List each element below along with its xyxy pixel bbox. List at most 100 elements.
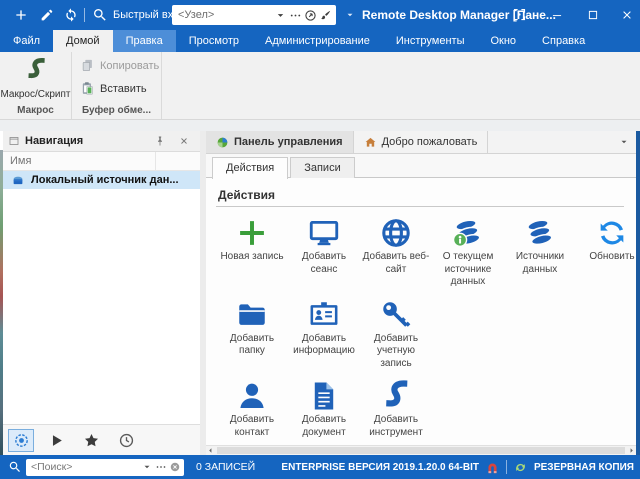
- offline-magnet-icon[interactable]: [485, 460, 500, 475]
- navigation-toolbar: [3, 424, 200, 455]
- action-current-datasource-info[interactable]: О текущем источнике данных: [432, 216, 504, 289]
- sessions-view-button[interactable]: [43, 429, 69, 452]
- menu-tab-edit[interactable]: Правка: [112, 30, 176, 52]
- dashboard-icon: [216, 136, 229, 149]
- scroll-right-icon[interactable]: [627, 446, 636, 455]
- action-add-credential[interactable]: Добавить учетную запись: [360, 298, 432, 371]
- chevron-down-icon[interactable]: [141, 461, 153, 473]
- scrollbar-thumb[interactable]: [217, 447, 625, 454]
- search-input[interactable]: [29, 461, 139, 473]
- action-add-document[interactable]: Добавить документ: [288, 379, 360, 439]
- add-icon[interactable]: [13, 7, 29, 23]
- navigation-tree-area[interactable]: [3, 189, 200, 424]
- dock-gap: [0, 120, 640, 131]
- action-label: О текущем источнике данных: [442, 251, 494, 287]
- backup-label[interactable]: РЕЗЕРВНАЯ КОПИЯ: [534, 462, 634, 473]
- version-label: ENTERPRISE ВЕРСИЯ 2019.1.20.0 64-BIT: [281, 461, 479, 473]
- action-label: Обновить: [589, 251, 635, 262]
- sub-tab-entries[interactable]: Записи: [290, 157, 355, 178]
- doc-tab-bar: Панель управления Добро пожаловать: [206, 131, 636, 154]
- action-new-entry[interactable]: Новая запись: [216, 216, 288, 289]
- doc-tab-dashboard[interactable]: Панель управления: [206, 131, 354, 153]
- edit-pencil-icon[interactable]: [39, 7, 55, 23]
- action-add-tool[interactable]: Добавить инструмент: [360, 379, 432, 439]
- action-refresh[interactable]: Обновить: [576, 216, 636, 289]
- tree-item-local-datasource[interactable]: Локальный источник дан...: [3, 171, 200, 189]
- menu-tab-help[interactable]: Справка: [529, 30, 598, 52]
- sub-tab-actions[interactable]: Действия: [212, 157, 289, 179]
- db-info-icon: [451, 216, 485, 250]
- action-row: Добавить контакт Добавить документ Добавит…: [216, 379, 626, 439]
- minimize-button[interactable]: [550, 8, 564, 22]
- close-icon[interactable]: [178, 135, 190, 147]
- maximize-button[interactable]: [586, 8, 600, 22]
- clear-icon[interactable]: [169, 461, 181, 473]
- recent-view-button[interactable]: [113, 429, 139, 452]
- datasource-view-button[interactable]: [8, 428, 34, 452]
- ellipsis-icon[interactable]: [289, 9, 302, 22]
- globe-icon: [379, 216, 413, 250]
- focus-mode-icon[interactable]: [512, 7, 527, 22]
- macro-script-icon: [23, 57, 49, 83]
- doc-tab-welcome[interactable]: Добро пожаловать: [354, 131, 489, 153]
- tab-list-dropdown-icon[interactable]: [618, 136, 630, 148]
- ellipsis-icon[interactable]: [155, 461, 167, 473]
- action-label: Добавить веб-сайт: [362, 251, 430, 275]
- pin-icon[interactable]: [154, 135, 166, 147]
- close-button[interactable]: [620, 8, 634, 22]
- action-label: Добавить информацию: [293, 332, 355, 357]
- datasource-icon: [11, 173, 25, 187]
- doc-tab-label: Добро пожаловать: [381, 136, 478, 148]
- status-search-box[interactable]: [26, 458, 184, 476]
- action-add-contact[interactable]: Добавить контакт: [216, 379, 288, 439]
- section-actions-title: Действия: [216, 184, 624, 207]
- action-data-sources[interactable]: Источники данных: [504, 216, 576, 289]
- action-add-session[interactable]: Добавить сеанс: [288, 216, 360, 289]
- chevron-down-icon[interactable]: [274, 9, 287, 22]
- records-count: 0 ЗАПИСЕЙ: [196, 461, 256, 473]
- action-add-folder[interactable]: Добавить папку: [216, 298, 288, 371]
- sub-tab-bar: Действия Записи: [206, 154, 636, 179]
- macro-script-label: Макрос/Скрипт: [0, 89, 71, 100]
- actions-rows: Новая запись Добавить сеанс Добавить веб-с…: [216, 216, 635, 439]
- backup-icon[interactable]: [513, 460, 528, 475]
- menu-tab-view[interactable]: Просмотр: [176, 30, 252, 52]
- horizontal-scrollbar[interactable]: [206, 445, 636, 455]
- brush-icon[interactable]: [319, 9, 332, 22]
- action-add-information[interactable]: Добавить информацию: [288, 298, 360, 371]
- menu-tab-administration[interactable]: Администрирование: [252, 30, 383, 52]
- action-label: Добавить учетную запись: [373, 332, 419, 369]
- tree-column-header[interactable]: Имя: [3, 152, 200, 171]
- menu-tab-tools[interactable]: Инструменты: [383, 30, 478, 52]
- quick-connect-icon[interactable]: [304, 9, 317, 22]
- idcard-icon: [307, 298, 341, 332]
- menu-tab-home[interactable]: Домой: [53, 30, 113, 52]
- person-icon: [235, 379, 269, 413]
- ribbon-group-label-clipboard: Буфер обме...: [82, 105, 151, 116]
- refresh-icon[interactable]: [63, 7, 79, 23]
- host-combobox[interactable]: [172, 5, 336, 25]
- add-icon: [235, 216, 269, 250]
- action-label: Новая запись: [220, 251, 284, 262]
- paste-button[interactable]: Вставить: [80, 81, 147, 96]
- macro-script-button[interactable]: Макрос/Скрипт: [0, 55, 71, 100]
- paste-icon: [80, 81, 95, 96]
- menu-tab-window[interactable]: Окно: [477, 30, 529, 52]
- copy-button[interactable]: Копировать: [80, 58, 159, 73]
- menu-bar: Файл Домой Правка Просмотр Администрирование…: [0, 30, 640, 52]
- host-input[interactable]: [176, 9, 272, 21]
- history-icon: [118, 432, 135, 449]
- title-bar: Быстрый вход Remote Desktop Manager [Пан…: [0, 0, 640, 30]
- search-icon[interactable]: [92, 7, 108, 23]
- favorites-view-button[interactable]: [78, 429, 104, 452]
- scroll-left-icon[interactable]: [206, 446, 215, 455]
- action-row: Новая запись Добавить сеанс Добавить веб-с…: [216, 216, 635, 289]
- db-icon: [523, 216, 557, 250]
- copy-icon: [80, 58, 95, 73]
- chevron-down-icon[interactable]: [344, 9, 356, 21]
- menu-tab-file[interactable]: Файл: [0, 30, 53, 52]
- tree-item-label: Локальный источник дан...: [31, 174, 179, 186]
- action-add-website[interactable]: Добавить веб-сайт: [360, 216, 432, 289]
- status-bar: 0 ЗАПИСЕЙ ENTERPRISE ВЕРСИЯ 2019.1.20.0 …: [0, 455, 640, 479]
- navigation-panel-header: Навигация: [3, 131, 200, 152]
